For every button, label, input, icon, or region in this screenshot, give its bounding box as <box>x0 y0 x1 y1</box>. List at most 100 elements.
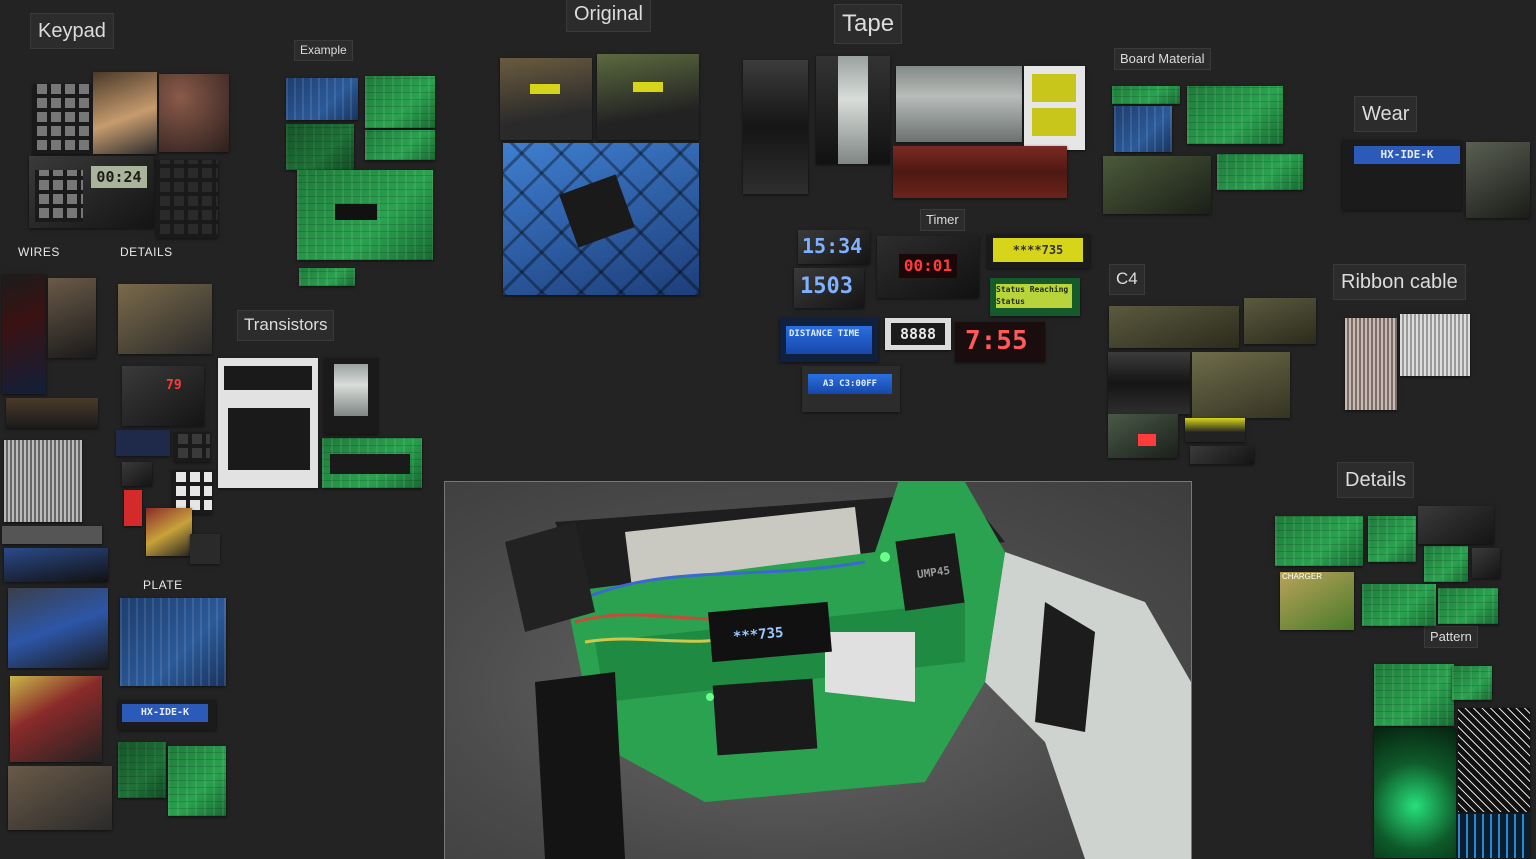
c4-image-4 <box>1192 352 1290 418</box>
plate-board-display: HX-IDE-K <box>118 700 216 730</box>
timer-small-blue-device: A3 C3:00FF <box>802 366 900 412</box>
original-lcd-2 <box>633 82 663 92</box>
keypad-clock-display: 00:24 <box>91 166 147 188</box>
pattern-image-2 <box>1452 666 1492 700</box>
timer-digits-1: 15:34 <box>798 230 870 264</box>
details-small-image-4 <box>174 432 210 462</box>
c4-image-2 <box>1244 298 1316 344</box>
tape-image-4 <box>1024 66 1085 150</box>
original-lcd-1 <box>530 84 560 94</box>
tape-yellow-1 <box>1032 74 1076 102</box>
tape-image-1 <box>743 60 808 194</box>
plate-image-4 <box>168 746 226 816</box>
details-small-image-5 <box>122 462 152 486</box>
details-image-4 <box>1424 546 1468 582</box>
timer-green-display: Status Reaching Status <box>996 284 1072 308</box>
plate-board-text: HX-IDE-K <box>122 704 208 722</box>
keypad-clock-device: 00:24 <box>29 156 154 228</box>
wires-image-2 <box>48 278 96 358</box>
label-keypad: Keypad <box>30 13 114 49</box>
details-small-image-2: 79 <box>122 366 204 426</box>
board-material-1 <box>1112 86 1180 104</box>
original-photo-3 <box>503 143 699 295</box>
example-board-green-1 <box>365 76 435 128</box>
label-board-material: Board Material <box>1114 48 1211 71</box>
c4-image-5 <box>1108 414 1178 458</box>
original-photo-1 <box>500 58 592 140</box>
details-small-image-1 <box>118 284 212 354</box>
c4-image-7 <box>1190 446 1254 464</box>
wires-image-9 <box>8 766 112 830</box>
details-small-led: 79 <box>166 378 182 393</box>
keypad-reference-image <box>33 84 91 154</box>
original-photo-2 <box>597 54 699 140</box>
label-ribbon-cable: Ribbon cable <box>1333 264 1466 300</box>
timer-yellow-display: ****735 <box>993 238 1083 262</box>
weapon-render-svg <box>505 482 1191 859</box>
transistors-silver-cap <box>334 364 368 416</box>
example-chip <box>335 204 377 220</box>
board-material-4 <box>1103 156 1211 214</box>
example-board-strip <box>299 268 355 286</box>
timer-blue-lcd-device: DISTANCE TIME <box>780 318 878 362</box>
timer-digits-2: 1503 <box>794 268 864 308</box>
label-details-small: DETAILS <box>120 245 173 259</box>
keypad-black-image <box>156 160 218 238</box>
weapon-keypad <box>712 678 818 756</box>
timer-green-device: Status Reaching Status <box>990 278 1080 316</box>
board-material-5 <box>1217 154 1303 190</box>
wires-image-8 <box>10 676 102 762</box>
weapon-led-2 <box>706 693 714 701</box>
wires-image-6 <box>4 548 108 582</box>
label-details: Details <box>1337 462 1415 498</box>
details-small-image-9 <box>190 534 220 564</box>
label-wires: WIRES <box>18 245 60 259</box>
weapon-ribbon-cable <box>825 632 915 702</box>
pattern-image-1 <box>1374 664 1454 726</box>
wires-ribbon-image <box>4 440 82 522</box>
keypad-finger-image <box>93 72 157 154</box>
transistors-board-2 <box>322 438 422 488</box>
timer-red-big-device: 7:55 <box>955 322 1045 362</box>
c4-red-mark <box>1138 434 1156 446</box>
pattern-image-5 <box>1458 814 1530 858</box>
timer-white-device: 8888 <box>885 318 951 350</box>
tape-image-3 <box>896 66 1022 142</box>
timer-digits-2-text: 1503 <box>800 274 853 299</box>
details-small-image-3 <box>116 430 170 456</box>
details-image-5 <box>1472 548 1500 578</box>
timer-white-display: 8888 <box>891 323 945 345</box>
original-device <box>559 174 635 248</box>
label-tape: Tape <box>834 4 903 45</box>
details-image-1 <box>1275 516 1363 566</box>
tape-strip <box>838 56 868 164</box>
pattern-image-3 <box>1374 728 1456 858</box>
c4-image-6 <box>1185 418 1245 442</box>
weapon-led <box>880 552 890 562</box>
details-small-image-7 <box>124 490 142 526</box>
transistors-chip-silver <box>324 358 378 434</box>
example-board-large <box>297 170 433 260</box>
label-c4: C4 <box>1109 264 1145 295</box>
timer-red-big-display: 7:55 <box>965 326 1028 356</box>
transistors-chip-1 <box>224 366 312 390</box>
label-example: Example <box>294 40 353 62</box>
c4-image-3 <box>1108 352 1190 414</box>
label-timer: Timer <box>920 209 965 232</box>
wear-board: HX-IDE-K <box>1342 140 1462 210</box>
tape-dynamite <box>893 146 1067 198</box>
wires-image-7 <box>8 588 108 668</box>
plate-image-3 <box>118 742 166 798</box>
details-charger-label: CHARGER <box>1282 572 1323 581</box>
label-wear: Wear <box>1354 96 1418 132</box>
label-original: Original <box>566 0 651 32</box>
transistors-chip-2 <box>228 408 310 470</box>
wires-image-3 <box>6 398 98 428</box>
tape-yellow-2 <box>1032 108 1076 136</box>
transistors-chip-3 <box>330 454 410 474</box>
example-board-green-2 <box>286 124 354 170</box>
board-material-3 <box>1187 86 1283 144</box>
details-image-7 <box>1362 584 1436 626</box>
tape-image-2 <box>816 56 890 164</box>
pattern-image-4 <box>1458 708 1530 812</box>
